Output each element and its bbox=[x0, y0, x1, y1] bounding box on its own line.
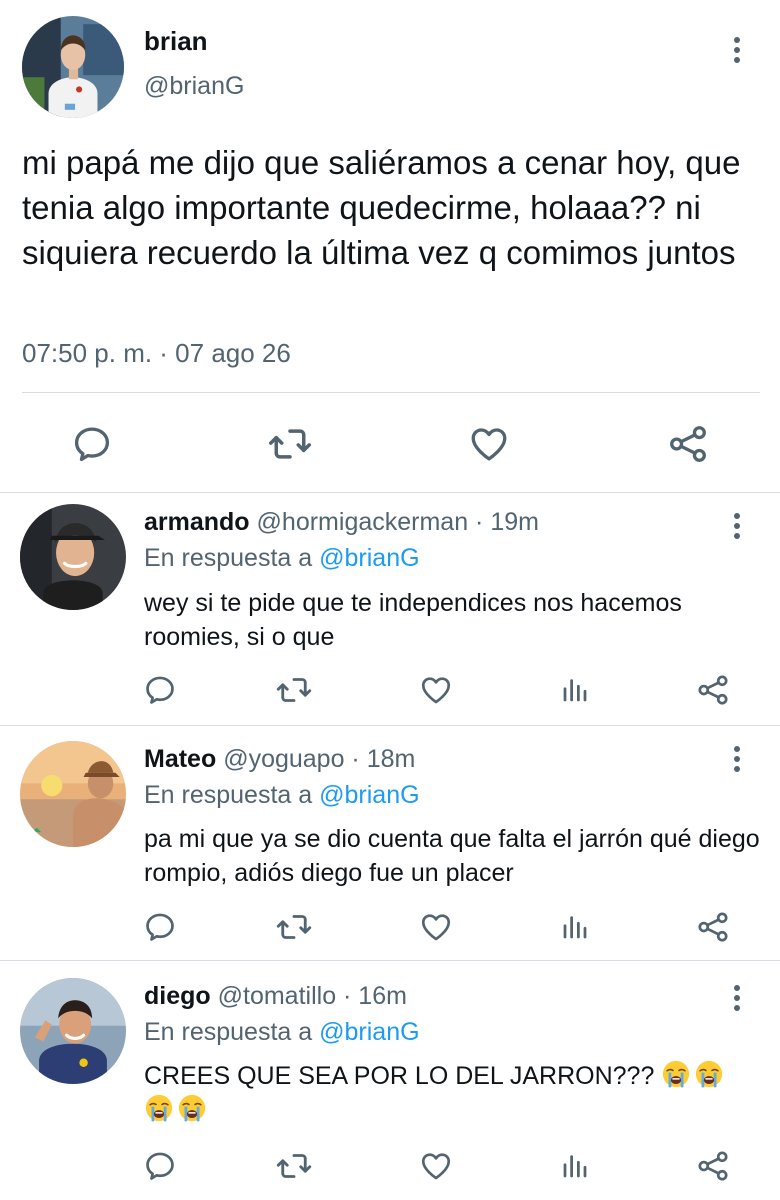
retweet-button[interactable] bbox=[268, 422, 312, 466]
dot-icon bbox=[734, 746, 740, 752]
like-icon bbox=[468, 423, 510, 465]
like-button[interactable] bbox=[418, 909, 454, 945]
reply-button[interactable] bbox=[70, 422, 114, 466]
retweet-icon bbox=[276, 909, 312, 945]
reply-header: Mateo @yoguapo · 18m bbox=[144, 745, 415, 774]
reply-text-content: CREES QUE SEA POR LO DEL JARRON??? bbox=[144, 1062, 655, 1090]
share-icon bbox=[696, 1149, 730, 1183]
share-button[interactable] bbox=[695, 1148, 731, 1184]
reply-author-name[interactable]: Mateo bbox=[144, 745, 216, 773]
reply-icon bbox=[71, 423, 113, 465]
author-handle[interactable]: @brianG bbox=[144, 72, 244, 101]
replying-to-mention[interactable]: @brianG bbox=[319, 781, 419, 809]
retweet-icon bbox=[276, 1148, 312, 1184]
loudly-crying-face-icon bbox=[694, 1059, 724, 1089]
stats-button[interactable] bbox=[557, 909, 593, 945]
replying-to-mention[interactable]: @brianG bbox=[319, 1018, 419, 1046]
reply-tweet[interactable]: Mateo @yoguapo · 18m En respuesta a @bri… bbox=[0, 725, 780, 960]
retweet-button[interactable] bbox=[276, 1148, 312, 1184]
loudly-crying-face-icon bbox=[661, 1059, 691, 1089]
stats-button[interactable] bbox=[557, 1148, 593, 1184]
reply-author-name[interactable]: armando bbox=[144, 508, 250, 536]
replying-to: En respuesta a @brianG bbox=[144, 544, 420, 573]
share-icon bbox=[696, 910, 730, 944]
reply-icon bbox=[143, 1149, 177, 1183]
share-button[interactable] bbox=[695, 672, 731, 708]
reply-button[interactable] bbox=[142, 1148, 178, 1184]
stats-icon bbox=[560, 675, 590, 705]
dot-icon bbox=[734, 995, 740, 1001]
like-button[interactable] bbox=[418, 1148, 454, 1184]
share-icon bbox=[667, 423, 709, 465]
more-options-button[interactable] bbox=[721, 978, 753, 1018]
reply-header: armando @hormigackerman · 19m bbox=[144, 508, 539, 537]
replying-to-label: En respuesta a bbox=[144, 1018, 313, 1046]
dot-icon bbox=[734, 47, 740, 53]
loudly-crying-face-icon bbox=[144, 1093, 174, 1123]
share-icon bbox=[696, 673, 730, 707]
main-tweet: brian @brianG mi papá me dijo que saliér… bbox=[0, 0, 780, 492]
replying-to-label: En respuesta a bbox=[144, 781, 313, 809]
stats-button[interactable] bbox=[557, 672, 593, 708]
dot-icon bbox=[734, 513, 740, 519]
replying-to: En respuesta a @brianG bbox=[144, 1018, 420, 1047]
reply-avatar[interactable] bbox=[20, 741, 126, 847]
reply-text: pa mi que ya se dio cuenta que falta el … bbox=[144, 825, 760, 887]
retweet-icon bbox=[268, 422, 312, 466]
main-tweet-avatar[interactable] bbox=[22, 16, 124, 118]
share-button[interactable] bbox=[666, 422, 710, 466]
reply-action-bar bbox=[0, 660, 780, 720]
reply-author-meta[interactable]: @yoguapo · 18m bbox=[223, 745, 415, 773]
like-button[interactable] bbox=[467, 422, 511, 466]
dot-icon bbox=[734, 533, 740, 539]
like-icon bbox=[419, 673, 453, 707]
reply-button[interactable] bbox=[142, 909, 178, 945]
stats-icon bbox=[560, 912, 590, 942]
like-icon bbox=[419, 910, 453, 944]
more-options-button[interactable] bbox=[721, 30, 753, 70]
replying-to-label: En respuesta a bbox=[144, 544, 313, 572]
reply-avatar[interactable] bbox=[20, 978, 126, 1084]
reply-button[interactable] bbox=[142, 672, 178, 708]
reply-author-name[interactable]: diego bbox=[144, 982, 211, 1010]
reply-tweet[interactable]: diego @tomatillo · 16m En respuesta a @b… bbox=[0, 960, 780, 1200]
replying-to: En respuesta a @brianG bbox=[144, 781, 420, 810]
reply-author-meta[interactable]: @hormigackerman · 19m bbox=[257, 508, 539, 536]
more-options-button[interactable] bbox=[721, 739, 753, 779]
reply-tweet[interactable]: armando @hormigackerman · 19m En respues… bbox=[0, 492, 780, 725]
retweet-button[interactable] bbox=[276, 672, 312, 708]
like-button[interactable] bbox=[418, 672, 454, 708]
reply-text: CREES QUE SEA POR LO DEL JARRON??? bbox=[144, 1059, 764, 1127]
reply-author-meta[interactable]: @tomatillo · 16m bbox=[218, 982, 407, 1010]
share-button[interactable] bbox=[695, 909, 731, 945]
retweet-button[interactable] bbox=[276, 909, 312, 945]
loudly-crying-face-icon bbox=[177, 1093, 207, 1123]
tweet-text: mi papá me dijo que saliéramos a cenar h… bbox=[22, 144, 741, 271]
author-name[interactable]: brian bbox=[144, 26, 208, 57]
reply-action-bar bbox=[0, 1136, 780, 1196]
dot-icon bbox=[734, 1005, 740, 1011]
dot-icon bbox=[734, 756, 740, 762]
dot-icon bbox=[734, 57, 740, 63]
divider bbox=[22, 392, 760, 393]
reply-header: diego @tomatillo · 16m bbox=[144, 982, 407, 1011]
reply-text: wey si te pide que te independices nos h… bbox=[144, 589, 682, 651]
tweet-action-bar bbox=[0, 400, 780, 490]
dot-icon bbox=[734, 523, 740, 529]
stats-icon bbox=[560, 1151, 590, 1181]
reply-action-bar bbox=[0, 897, 780, 957]
dot-icon bbox=[734, 985, 740, 991]
reply-icon bbox=[143, 673, 177, 707]
reply-icon bbox=[143, 910, 177, 944]
retweet-icon bbox=[276, 672, 312, 708]
tweet-timestamp[interactable]: 07:50 p. m. · 07 ago 26 bbox=[22, 338, 291, 369]
replying-to-mention[interactable]: @brianG bbox=[319, 544, 419, 572]
dot-icon bbox=[734, 37, 740, 43]
like-icon bbox=[419, 1149, 453, 1183]
more-options-button[interactable] bbox=[721, 506, 753, 546]
reply-avatar[interactable] bbox=[20, 504, 126, 610]
dot-icon bbox=[734, 766, 740, 772]
